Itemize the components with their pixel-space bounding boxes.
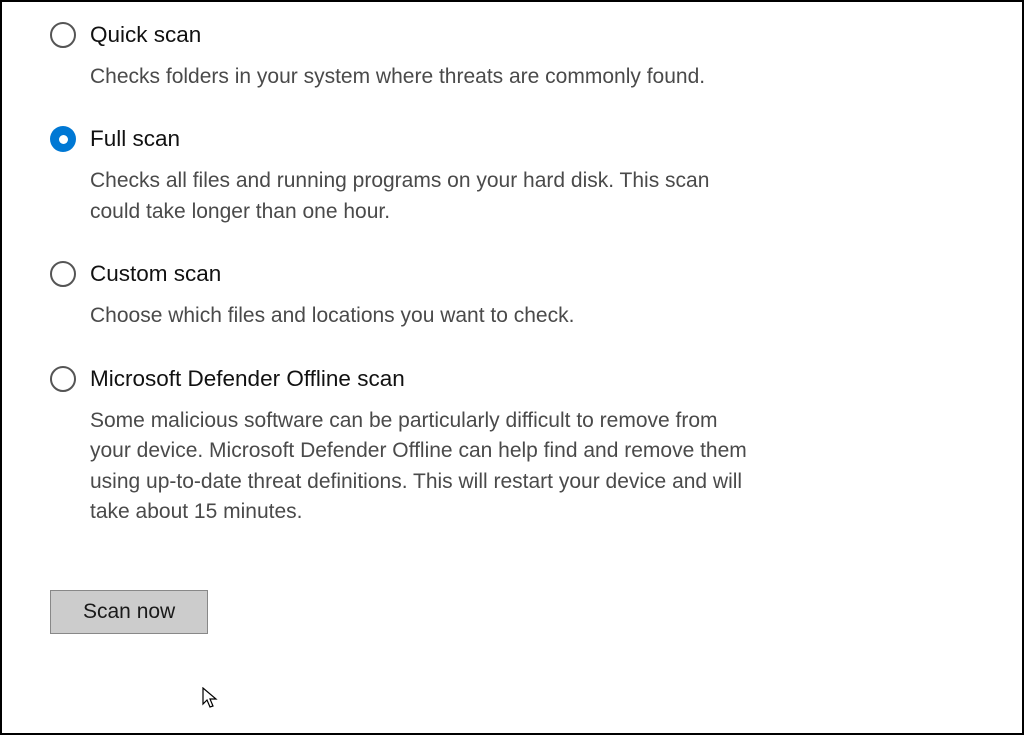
option-header: Full scan xyxy=(50,126,974,152)
option-description-offline: Some malicious software can be particula… xyxy=(90,406,750,528)
scan-option-offline: Microsoft Defender Offline scan Some mal… xyxy=(50,366,974,528)
radio-full-scan[interactable] xyxy=(50,126,76,152)
option-description-quick: Checks folders in your system where thre… xyxy=(90,62,750,92)
option-title-custom: Custom scan xyxy=(90,261,221,287)
option-description-custom: Choose which files and locations you wan… xyxy=(90,301,750,331)
cursor-icon xyxy=(202,687,222,711)
scan-option-full: Full scan Checks all files and running p… xyxy=(50,126,974,227)
option-title-quick: Quick scan xyxy=(90,22,201,48)
option-header: Microsoft Defender Offline scan xyxy=(50,366,974,392)
option-title-full: Full scan xyxy=(90,126,180,152)
radio-custom-scan[interactable] xyxy=(50,261,76,287)
scan-now-button[interactable]: Scan now xyxy=(50,590,208,634)
radio-offline-scan[interactable] xyxy=(50,366,76,392)
option-description-full: Checks all files and running programs on… xyxy=(90,166,750,227)
option-title-offline: Microsoft Defender Offline scan xyxy=(90,366,405,392)
scan-option-quick: Quick scan Checks folders in your system… xyxy=(50,22,974,92)
option-header: Quick scan xyxy=(50,22,974,48)
scan-option-custom: Custom scan Choose which files and locat… xyxy=(50,261,974,331)
option-header: Custom scan xyxy=(50,261,974,287)
radio-quick-scan[interactable] xyxy=(50,22,76,48)
